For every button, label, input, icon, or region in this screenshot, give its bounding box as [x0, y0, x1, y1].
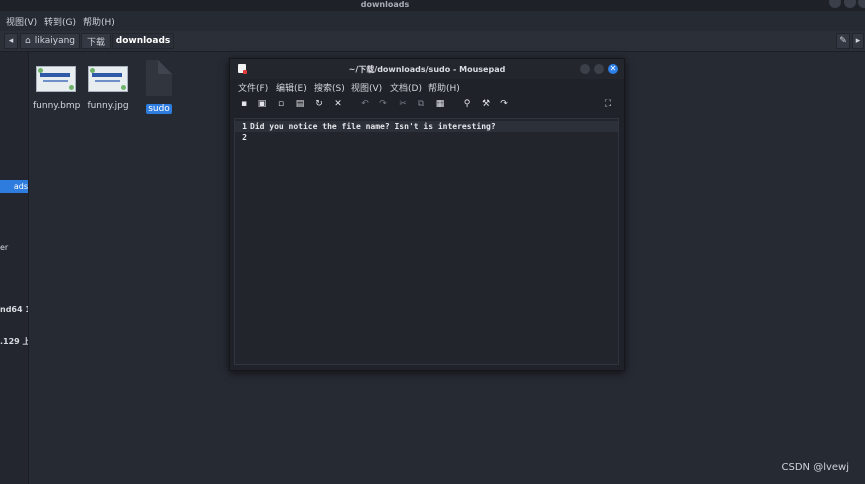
- editor-line: 1 Did you notice the file name? Isn't is…: [235, 121, 618, 132]
- line-number: 1: [242, 122, 247, 131]
- menu-document[interactable]: 文档(D): [390, 81, 422, 94]
- file-name: funny.jpg: [87, 101, 129, 111]
- line-text: Did you notice the file name? Isn't is i…: [250, 122, 496, 131]
- mousepad-window: ~/下载/downloads/sudo - Mousepad ✕ 文件(F) 编…: [229, 58, 625, 371]
- menu-view[interactable]: 视图(V): [6, 15, 37, 28]
- file-funny-bmp[interactable]: funny.bmp: [31, 60, 81, 112]
- menu-help[interactable]: 帮助(H): [428, 81, 460, 94]
- find-icon[interactable]: ⚲: [461, 98, 473, 110]
- filemanager-menubar: 视图(V) 转到(G) 帮助(H): [0, 12, 865, 30]
- find-replace-icon[interactable]: ⚒: [480, 98, 492, 110]
- sidebar-item-volume[interactable]: nd64 1: [0, 303, 28, 316]
- copy-icon[interactable]: ⧉: [415, 98, 427, 110]
- menu-edit[interactable]: 编辑(E): [276, 81, 307, 94]
- sidebar: ads er nd64 1 .129 上|: [0, 52, 29, 484]
- reload-icon[interactable]: ↻: [313, 98, 325, 110]
- menu-goto[interactable]: 转到(G): [44, 15, 76, 28]
- sidebar-item-computer[interactable]: er: [0, 241, 28, 254]
- menu-view[interactable]: 视图(V): [351, 81, 382, 94]
- path-home-label: likaiyang: [34, 36, 76, 46]
- editor-line: 2: [235, 132, 618, 143]
- file-funny-jpg[interactable]: funny.jpg: [83, 60, 133, 112]
- new-file-icon[interactable]: ▪: [238, 98, 250, 110]
- minimize-icon[interactable]: [829, 0, 841, 8]
- path-segment-downloads[interactable]: downloads: [112, 33, 174, 49]
- file-name: funny.bmp: [33, 101, 81, 111]
- window-minimize-icon[interactable]: [580, 64, 590, 74]
- window-title: ~/下载/downloads/sudo - Mousepad: [348, 65, 506, 74]
- watermark: CSDN @lvewj: [781, 462, 850, 473]
- window-close-icon[interactable]: ✕: [608, 64, 618, 74]
- home-icon: ⌂: [24, 36, 31, 46]
- path-segment-download[interactable]: 下载: [81, 33, 111, 49]
- forward-arrow-icon[interactable]: ▸: [852, 33, 864, 49]
- window-titlebar[interactable]: ~/下载/downloads/sudo - Mousepad ✕: [230, 59, 624, 79]
- window-maximize-icon[interactable]: [594, 64, 604, 74]
- menu-search[interactable]: 搜索(S): [314, 81, 345, 94]
- close-tab-icon[interactable]: ✕: [332, 98, 344, 110]
- file-sudo[interactable]: sudo: [134, 60, 184, 115]
- undo-icon[interactable]: ↶: [359, 98, 371, 110]
- new-window-icon[interactable]: ▣: [256, 98, 268, 110]
- menu-help[interactable]: 帮助(H): [83, 15, 115, 28]
- paste-icon[interactable]: ▦: [434, 98, 446, 110]
- sidebar-item-downloads[interactable]: ads: [0, 180, 28, 193]
- maximize-icon[interactable]: [844, 0, 856, 8]
- sidebar-item-network[interactable]: .129 上|: [0, 335, 28, 348]
- save-icon[interactable]: ▫: [275, 98, 287, 110]
- screen-title: downloads: [360, 0, 410, 9]
- image-thumbnail: [36, 66, 76, 92]
- editor-menubar: 文件(F) 编辑(E) 搜索(S) 视图(V) 文档(D) 帮助(H): [230, 79, 624, 94]
- menu-file[interactable]: 文件(F): [238, 81, 268, 94]
- fullscreen-icon[interactable]: ⛶: [602, 98, 614, 110]
- text-editor-area[interactable]: 1 Did you notice the file name? Isn't is…: [234, 118, 619, 365]
- file-name-selected: sudo: [146, 104, 172, 114]
- cut-icon[interactable]: ✂: [397, 98, 409, 110]
- editor-toolbar: ▪ ▣ ▫ ▤ ↻ ✕ ↶ ↷ ✂ ⧉ ▦ ⚲ ⚒ ↷ ⛶: [230, 96, 624, 114]
- path-home-button[interactable]: ⌂ likaiyang: [20, 33, 80, 49]
- close-icon[interactable]: [858, 0, 865, 8]
- line-number: 2: [242, 133, 247, 142]
- text-file-icon: [146, 60, 172, 96]
- image-thumbnail: [88, 66, 128, 92]
- back-arrow-icon[interactable]: ◂: [4, 33, 18, 49]
- save-as-icon[interactable]: ▤: [294, 98, 306, 110]
- edit-path-icon[interactable]: ✎: [836, 33, 850, 49]
- goto-line-icon[interactable]: ↷: [498, 98, 510, 110]
- location-bar: ◂ ⌂ likaiyang 下载 downloads ✎ ▸: [0, 31, 865, 52]
- top-bar: downloads: [0, 0, 865, 11]
- redo-icon[interactable]: ↷: [377, 98, 389, 110]
